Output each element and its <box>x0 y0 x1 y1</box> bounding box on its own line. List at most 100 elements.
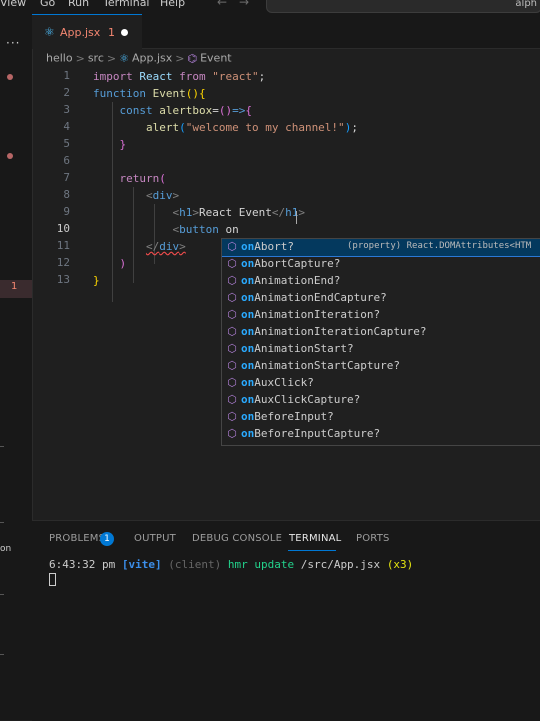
menu-view[interactable]: View <box>0 0 26 9</box>
breadcrumb-separator: > <box>175 51 185 65</box>
line-number: 2 <box>63 86 70 99</box>
menu-go[interactable]: Go <box>40 0 55 9</box>
code-text: const alertbox=()=>{ <box>119 104 252 117</box>
suggestion-detail: (property) React.DOMAttributes<HTM <box>347 241 532 251</box>
active-tab-indicator <box>288 550 336 551</box>
breadcrumb-separator: > <box>106 51 117 65</box>
property-icon: ⬡ <box>227 376 237 389</box>
code-text: <div> <box>145 189 180 202</box>
more-icon[interactable]: ··· <box>6 36 20 50</box>
property-icon: ⬡ <box>227 342 237 355</box>
suggestion-item[interactable]: ⬡ onAuxClickCapture? <box>222 392 540 409</box>
tab-terminal[interactable]: TERMINAL <box>289 533 341 544</box>
modified-dot-icon <box>7 74 13 80</box>
suggestion-item[interactable]: ⬡ onBeforeInputCapture? <box>222 426 540 443</box>
line-number: 11 <box>56 239 70 252</box>
property-icon: ⬡ <box>227 240 237 253</box>
menu-help[interactable]: Help <box>160 0 185 9</box>
code-text: ) <box>119 257 127 270</box>
code-line: 9 <h1>React Event</h1> <box>32 204 540 221</box>
property-icon: ⬡ <box>227 308 237 321</box>
line-number: 12 <box>56 256 70 269</box>
code-line: 5 } <box>32 136 540 153</box>
line-number: 5 <box>63 137 70 150</box>
property-icon: ⬡ <box>227 274 237 287</box>
autocomplete-suggestions[interactable]: ⬡ onAbort? (property) React.DOMAttribute… <box>221 238 540 446</box>
divider <box>0 594 4 595</box>
tab-problem-count: 1 <box>108 26 115 39</box>
back-arrow-icon[interactable]: ← <box>217 0 227 9</box>
divider <box>0 522 4 523</box>
suggestion-item[interactable]: ⬡ onAuxClick? <box>222 375 540 392</box>
breadcrumb-item-src[interactable]: src <box>88 52 104 65</box>
suggestion-item[interactable]: ⬡ onBeforeInput? <box>222 409 540 426</box>
code-line: 10 <button on <box>32 221 540 238</box>
line-number: 9 <box>63 205 70 218</box>
code-text: } <box>93 274 100 287</box>
terminal-cursor[interactable] <box>49 573 56 586</box>
suggestion-item[interactable]: ⬡ onAnimationStartCapture? <box>222 358 540 375</box>
menu-bar: View Go Run Terminal Help ← → alph <box>0 0 540 14</box>
tab-ports[interactable]: PORTS <box>356 533 390 544</box>
code-text: <h1>React Event</h1> <box>172 206 305 219</box>
property-icon: ⬡ <box>227 393 237 406</box>
activity-bar: ··· 1 on <box>0 14 33 720</box>
line-number: 1 <box>63 69 70 82</box>
menu-terminal[interactable]: Terminal <box>103 0 150 9</box>
modified-dot-icon <box>7 153 13 159</box>
property-icon: ⬡ <box>227 325 237 338</box>
unsaved-dot-icon[interactable] <box>121 29 128 36</box>
breadcrumb-item-symbol[interactable]: Event <box>200 52 232 65</box>
tab-debug-console[interactable]: DEBUG CONSOLE <box>192 533 282 544</box>
property-icon: ⬡ <box>227 427 237 440</box>
problems-badge: 1 <box>100 532 114 546</box>
code-line: 7 return( <box>32 170 540 187</box>
tab-problems[interactable]: PROBLEMS <box>49 533 105 544</box>
suggestion-item[interactable]: ⬡ onAnimationStart? <box>222 341 540 358</box>
code-text: } <box>119 138 127 151</box>
code-text: alert("welcome to my channel!"); <box>145 121 358 134</box>
mouse-ibeam-cursor <box>296 211 297 224</box>
code-text: <button on <box>172 223 239 236</box>
command-center[interactable]: alph <box>266 0 540 13</box>
code-text: return( <box>119 172 166 185</box>
line-number: 8 <box>63 188 70 201</box>
suggestion-item[interactable]: ⬡ onAnimationEnd? <box>222 273 540 290</box>
line-number: 4 <box>63 120 70 133</box>
property-icon: ⬡ <box>227 257 237 270</box>
line-number: 13 <box>56 273 70 286</box>
suggestion-item[interactable]: ⬡ onAbortCapture? <box>222 256 540 273</box>
code-line: 4 alert("welcome to my channel!"); <box>32 119 540 136</box>
suggestion-item[interactable]: ⬡ onAnimationIteration? <box>222 307 540 324</box>
line-number: 6 <box>63 154 70 167</box>
divider <box>0 446 4 447</box>
breadcrumb-item-hello[interactable]: hello <box>46 52 73 65</box>
command-center-text: alph <box>515 0 537 9</box>
breadcrumb-item-file[interactable]: App.jsx <box>132 52 172 65</box>
problems-count: 1 <box>11 281 18 292</box>
code-text: import React from "react"; <box>93 70 266 83</box>
suggestion-item[interactable]: ⬡ onAbort? (property) React.DOMAttribute… <box>222 239 540 257</box>
code-line: 6 <box>32 153 540 170</box>
code-line: 1 import React from "react"; <box>32 68 540 85</box>
line-number: 7 <box>63 171 70 184</box>
suggestion-item[interactable]: ⬡ onAnimationEndCapture? <box>222 290 540 307</box>
forward-arrow-icon[interactable]: → <box>239 0 249 9</box>
breadcrumb-separator: > <box>75 51 85 65</box>
property-icon: ⬡ <box>227 410 237 423</box>
terminal-output-line: 6:43:32 pm [vite] (client) hmr update /s… <box>49 558 414 571</box>
code-line: 8 <div> <box>32 187 540 204</box>
property-icon: ⬡ <box>227 291 237 304</box>
bottom-panel: PROBLEMS 1 OUTPUT DEBUG CONSOLE TERMINAL… <box>32 520 540 721</box>
code-line: 3 const alertbox=()=>{ <box>32 102 540 119</box>
problems-indicator[interactable]: 1 <box>0 280 32 298</box>
react-icon: ⚛ <box>119 51 129 65</box>
tab-output[interactable]: OUTPUT <box>134 533 176 544</box>
menu-run[interactable]: Run <box>68 0 89 9</box>
code-text: function Event(){ <box>93 87 206 100</box>
tab-app-jsx[interactable]: ⚛ App.jsx 1 <box>32 14 142 49</box>
property-icon: ⬡ <box>227 359 237 372</box>
suggestion-item[interactable]: ⬡ onAnimationIterationCapture? <box>222 324 540 341</box>
breadcrumb: hello > src > ⚛ App.jsx > ⌬ Event <box>46 51 232 67</box>
editor-tab-bar: ⚛ App.jsx 1 <box>32 14 540 49</box>
